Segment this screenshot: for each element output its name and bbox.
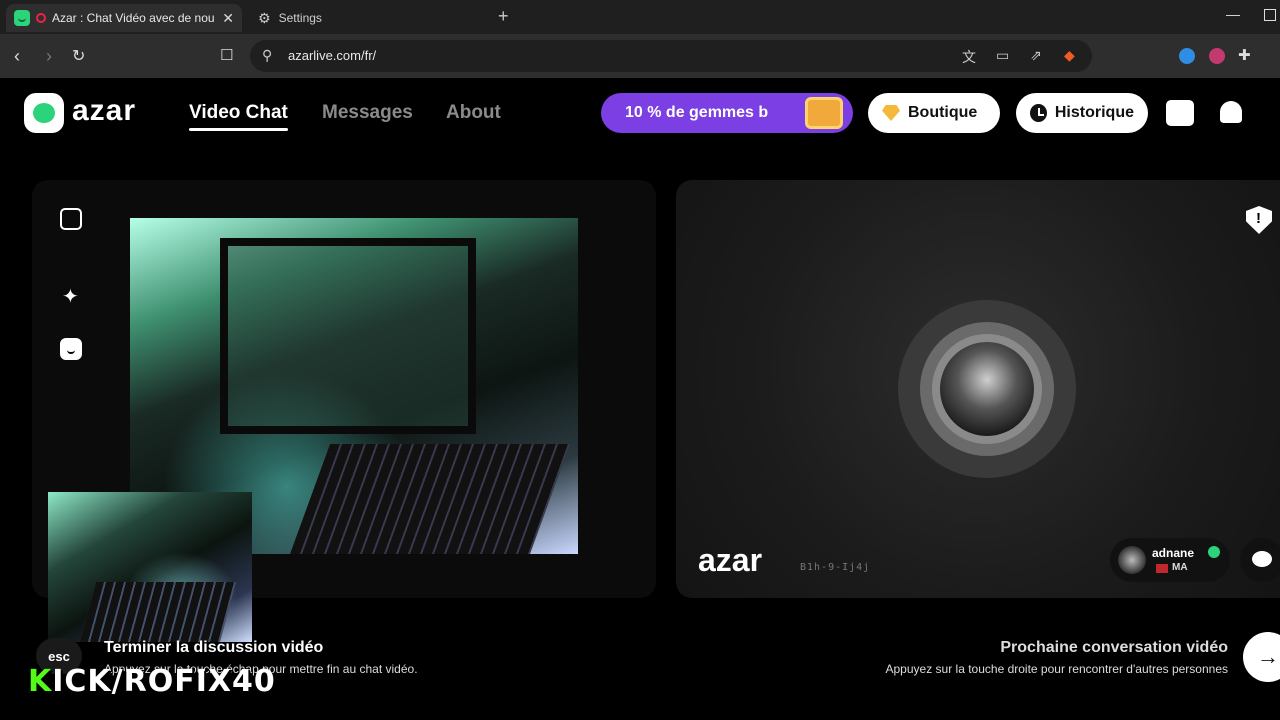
- gems-promo-banner[interactable]: 10 % de gemmes b: [601, 93, 853, 133]
- country-flag-icon: [1156, 564, 1168, 573]
- partner-user-card[interactable]: adnane MA: [1110, 538, 1230, 582]
- brave-shield-icon[interactable]: ◆: [1064, 47, 1075, 64]
- reload-icon[interactable]: ↻: [72, 46, 85, 66]
- magic-wand-icon[interactable]: [60, 284, 82, 309]
- partner-panel: azar B1h-9-Ij4j adnane MA: [676, 180, 1280, 598]
- nav-video-chat[interactable]: Video Chat: [189, 102, 288, 131]
- tab-title: Settings: [278, 11, 322, 25]
- kick-channel-name: ICK/ROFIX40: [52, 664, 276, 699]
- treasure-chest-icon: [805, 97, 843, 129]
- partner-avatar: [940, 342, 1034, 436]
- session-code: B1h-9-Ij4j: [800, 562, 871, 573]
- shop-box-icon[interactable]: [1166, 100, 1194, 126]
- shop-button[interactable]: Boutique: [868, 93, 1000, 133]
- kick-k-letter: K: [28, 664, 53, 699]
- bookmark-icon[interactable]: ☐: [220, 46, 233, 64]
- history-button[interactable]: Historique: [1016, 93, 1148, 133]
- history-label: Historique: [1054, 104, 1134, 121]
- recording-icon: [36, 13, 46, 23]
- back-arrow-icon[interactable]: ‹: [14, 46, 20, 67]
- nav-about[interactable]: About: [446, 102, 501, 124]
- report-icon[interactable]: [1246, 206, 1272, 234]
- minimize-screen-icon[interactable]: [60, 208, 82, 230]
- kick-watermark: KICK/ROFIX40: [28, 664, 276, 699]
- translate-icon[interactable]: 文: [962, 47, 976, 67]
- streamer-webcam-overlay: [48, 492, 252, 642]
- cast-icon[interactable]: ▭: [996, 47, 1009, 64]
- face-sticker-icon[interactable]: [60, 338, 82, 360]
- gem-icon: [882, 105, 900, 121]
- url-bar[interactable]: ⚲ azarlive.com/fr/ 文 ▭ ⇗ ◆: [250, 40, 1092, 72]
- url-text[interactable]: azarlive.com/fr/: [288, 48, 376, 63]
- extension-blue-icon[interactable]: [1179, 48, 1195, 64]
- next-chat-description: Appuyez sur la touche droite pour rencon…: [885, 662, 1229, 676]
- forward-arrow-icon[interactable]: ›: [46, 46, 52, 67]
- window-minimize-button[interactable]: —: [1226, 6, 1240, 22]
- new-tab-button[interactable]: +: [498, 6, 509, 27]
- address-toolbar: ‹ › ↻ ☐ ⚲ azarlive.com/fr/ 文 ▭ ⇗ ◆ ✚: [0, 34, 1280, 78]
- next-chat-title: Prochaine conversation vidéo: [1000, 639, 1228, 656]
- settings-gear-icon: ⚙: [258, 9, 271, 26]
- nav-messages[interactable]: Messages: [322, 102, 413, 124]
- bell-icon[interactable]: [1220, 101, 1242, 123]
- end-chat-title: Terminer la discussion vidéo: [104, 639, 324, 656]
- share-icon[interactable]: ⇗: [1030, 47, 1042, 64]
- browser-tab-bar: Azar : Chat Vidéo avec de nou ✕ ⚙ Settin…: [0, 0, 1280, 34]
- shop-label: Boutique: [908, 104, 978, 121]
- tab-settings[interactable]: ⚙ Settings: [250, 4, 486, 32]
- tab-title: Azar : Chat Vidéo avec de nou: [52, 11, 215, 25]
- site-info-icon[interactable]: ⚲: [262, 47, 272, 64]
- tab-azar[interactable]: Azar : Chat Vidéo avec de nou ✕: [6, 4, 242, 32]
- azar-favicon-icon: [14, 10, 30, 26]
- azar-logo-icon[interactable]: [24, 93, 64, 133]
- azar-logo-text[interactable]: azar: [72, 94, 136, 128]
- tab-close-icon[interactable]: ✕: [222, 10, 234, 27]
- partner-country: MA: [1172, 562, 1188, 573]
- promo-text: 10 % de gemmes b: [625, 104, 769, 121]
- partner-name: adnane: [1152, 546, 1195, 560]
- chat-bubble-icon[interactable]: [1240, 538, 1280, 582]
- avatar: [1118, 546, 1146, 574]
- clock-icon: [1030, 104, 1047, 122]
- extensions-icon[interactable]: ✚: [1238, 46, 1251, 64]
- extension-shield-icon[interactable]: [1209, 48, 1225, 64]
- azar-watermark-logo: azar: [698, 542, 763, 578]
- window-maximize-button[interactable]: [1264, 9, 1276, 21]
- verified-badge-icon: [1208, 546, 1220, 558]
